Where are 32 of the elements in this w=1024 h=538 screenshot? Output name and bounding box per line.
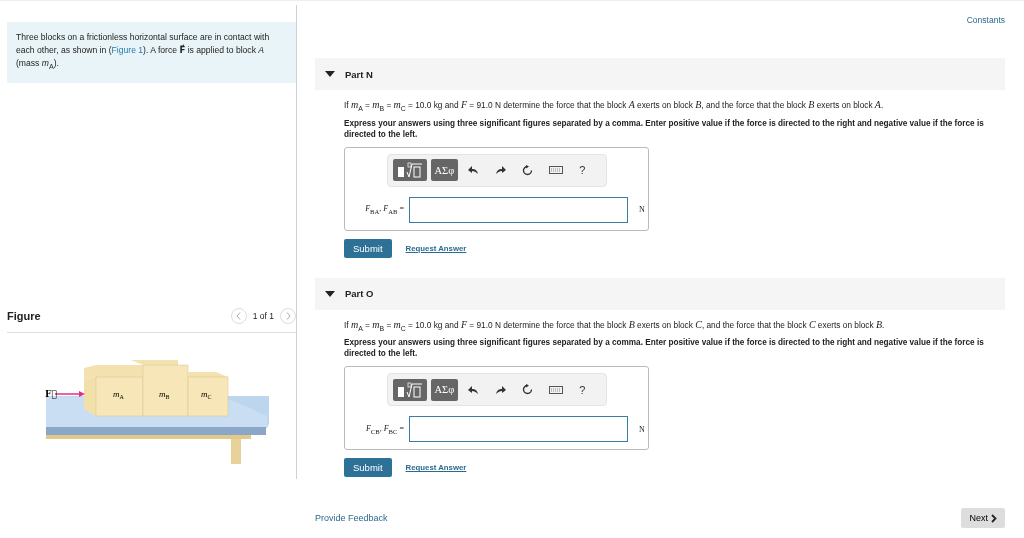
answer-label: F$_{BA}$, F$_{AB}$ = <box>364 204 404 215</box>
blocks-on-table-drawing: F⃗ m$_{A}$ m$_{B}$ m$_{C}$ <box>41 359 269 466</box>
feedback-link[interactable]: Provide Feedback <box>315 513 388 523</box>
instruction-text: Express your answers using three significant figures separated by a comma. Enter positive value if the force is directed to the right and negative value if the force is directed to the left. <box>344 117 985 140</box>
part-title: Part O <box>345 288 374 300</box>
instruction-text: Express your answers using three significant figures separated by a comma. Enter positive value if the force is directed to the right and negative value if the force is directed to the left. <box>344 337 985 360</box>
unit-label: N <box>639 205 645 215</box>
part-header[interactable]: Part O <box>315 277 1005 310</box>
chevron-right-icon <box>991 513 997 523</box>
part-header[interactable]: Part N <box>315 58 1005 90</box>
templates-button[interactable] <box>392 159 427 182</box>
page-counter: 1 of 1 <box>252 310 274 321</box>
figure-title: Figure <box>7 309 41 322</box>
answer-field[interactable] <box>409 196 628 223</box>
help-button[interactable]: ? <box>573 383 592 396</box>
chevron-left-icon <box>236 311 242 320</box>
problem-statement: Three blocks on a frictionless horizontal surface are in contact with each other, as shown in (Figure 1). A force F⃗ is applied to block A (mass m$_{A}$). <box>7 22 296 83</box>
templates-button[interactable] <box>392 378 427 401</box>
part-title: Part N <box>345 68 373 80</box>
submit-button[interactable]: Submit <box>344 458 392 478</box>
question-text: If m$_{A}$ = m$_{B}$ = m$_{C}$ = 10.0 kg and F = 91.0 N determine the force that the block A exerts on block B, and the force that the block B exerts on block A. <box>344 99 885 112</box>
answer-label: F$_{CB}$, F$_{BC}$ = <box>364 424 404 435</box>
unit-label: N <box>639 424 645 434</box>
chevron-right-icon <box>285 311 291 320</box>
symbols-button[interactable]: ΑΣφ <box>430 159 459 182</box>
help-button[interactable]: ? <box>573 164 592 177</box>
answer-field[interactable] <box>409 416 628 443</box>
constants-link[interactable]: Constants <box>966 15 1005 38</box>
next-button[interactable]: Next <box>961 508 1005 528</box>
symbols-button[interactable]: ΑΣφ <box>430 378 459 401</box>
question-text: If m$_{A}$ = m$_{B}$ = m$_{C}$ = 10.0 kg and F = 91.0 N determine the force that the block B exerts on block C, and the force that the block C exerts on block B. <box>344 318 886 332</box>
submit-button[interactable]: Submit <box>344 238 392 258</box>
